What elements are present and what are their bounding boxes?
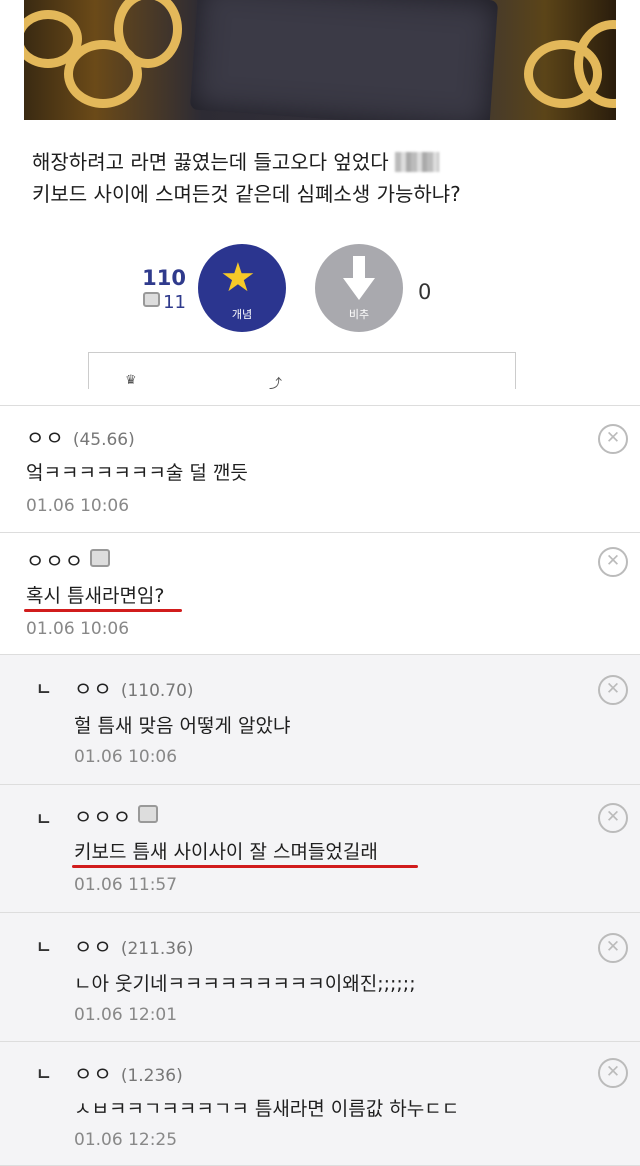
- close-circle-icon[interactable]: ✕: [598, 803, 628, 833]
- comment-date: 01.06 12:01: [74, 1005, 178, 1025]
- action-bar: ♛ 힐추 ⤴ 공유 ✸ 신고: [88, 352, 516, 389]
- comment-score: (1.236): [120, 1066, 183, 1086]
- comment-nick[interactable]: ㅇㅇ (211.36): [74, 931, 194, 960]
- reply-item: ㄴ ㅇㅇ (110.70) 헐 틈새 맞음 어떻게 알았냐 01.06 10:06…: [0, 655, 640, 785]
- comment-nick[interactable]: ㅇㅇ (45.66): [26, 422, 135, 451]
- comment-text: 키보드 틈새 사이사이 잘 스며들었길래: [74, 841, 378, 863]
- upvote-button[interactable]: ★ 개념: [198, 244, 286, 332]
- comment-count-row: 11: [140, 292, 186, 313]
- upvote-count: 110: [142, 266, 186, 290]
- comment-score: (211.36): [120, 939, 194, 959]
- reply-item: ㄴ ㅇㅇ (211.36) ㄴ아 웃기네ㅋㅋㅋㅋㅋㅋㅋㅋㅋ이왜진;;;;;; 01…: [0, 913, 640, 1042]
- title-line-2: 키보드 사이에 스며든것 같은데 심폐소생 가능하냐?: [32, 182, 461, 206]
- reply-arrow-icon: ㄴ: [36, 938, 52, 958]
- downvote-button[interactable]: 비추: [315, 244, 403, 332]
- share-action[interactable]: ⤴ 공유: [269, 373, 282, 389]
- close-circle-icon[interactable]: ✕: [598, 933, 628, 963]
- close-circle-icon[interactable]: ✕: [598, 1058, 628, 1088]
- comment-date: 01.06 10:06: [74, 747, 178, 767]
- comment-date: 01.06 11:57: [74, 875, 178, 895]
- reply-item: ㄴ ㅇㅇ (1.236) ㅅㅂㅋㅋㄱㅋㅋㅋㄱㅋ 틈새라면 이름값 하누ㄷㄷ 01.…: [0, 1042, 640, 1166]
- post-image: [24, 0, 616, 120]
- comment-text: ㅅㅂㅋㅋㄱㅋㅋㅋㄱㅋ 틈새라면 이름값 하누ㄷㄷ: [74, 1098, 460, 1120]
- reply-arrow-icon: ㄴ: [36, 680, 52, 700]
- comment-text: 헐 틈새 맞음 어떻게 알았냐: [74, 715, 291, 737]
- comment-text: 엌ㅋㅋㅋㅋㅋㅋㅋ술 덜 깬듯: [26, 462, 248, 484]
- comment-list: ㅇㅇ (45.66) 엌ㅋㅋㅋㅋㅋㅋㅋ술 덜 깬듯 01.06 10:06 ✕ ㅇ…: [0, 405, 640, 1166]
- downvote-count: 0: [418, 280, 432, 304]
- red-underline: [72, 865, 418, 868]
- red-underline: [24, 609, 182, 612]
- comment-text: 혹시 틈새라면임?: [26, 585, 165, 607]
- close-circle-icon[interactable]: ✕: [598, 424, 628, 454]
- reply-arrow-icon: ㄴ: [36, 1065, 52, 1085]
- member-badge-icon: [90, 549, 111, 567]
- star-icon: ★: [220, 255, 256, 301]
- comment-date: 01.06 12:25: [74, 1130, 178, 1150]
- comment-count: 11: [163, 292, 186, 313]
- post-title: 해장하려고 라면 끓였는데 들고오다 엎었다 키보드 사이에 스며든것 같은데 …: [32, 146, 612, 210]
- title-line-1: 해장하려고 라면 끓였는데 들고오다 엎었다: [32, 150, 389, 174]
- blurred-text: [395, 152, 439, 172]
- comment-nick[interactable]: ㅇㅇ (110.70): [74, 673, 194, 702]
- recommend-action[interactable]: ♛ 힐추: [125, 373, 137, 388]
- reply-arrow-icon: ㄴ: [36, 810, 52, 830]
- comment-nick[interactable]: ㅇㅇㅇ: [26, 545, 111, 574]
- reply-item: ㄴ ㅇㅇㅇ 키보드 틈새 사이사이 잘 스며들었길래 01.06 11:57 ✕: [0, 785, 640, 913]
- comment-icon: [143, 292, 161, 307]
- comment-score: (110.70): [120, 681, 194, 701]
- comment-date: 01.06 10:06: [26, 619, 130, 639]
- keyboard-image-part: [189, 0, 499, 120]
- comment-item: ㅇㅇ (45.66) 엌ㅋㅋㅋㅋㅋㅋㅋ술 덜 깬듯 01.06 10:06 ✕: [0, 406, 640, 533]
- noodle-decor: [114, 0, 182, 68]
- comment-text: ㄴ아 웃기네ㅋㅋㅋㅋㅋㅋㅋㅋㅋ이왜진;;;;;;: [74, 973, 416, 995]
- comment-item: ㅇㅇㅇ 혹시 틈새라면임? 01.06 10:06 ✕: [0, 533, 640, 655]
- comment-nick[interactable]: ㅇㅇㅇ: [74, 801, 159, 830]
- comment-nick[interactable]: ㅇㅇ (1.236): [74, 1058, 183, 1087]
- down-arrow-icon: [343, 256, 375, 300]
- close-circle-icon[interactable]: ✕: [598, 675, 628, 705]
- downvote-label: 비추: [348, 308, 370, 321]
- comment-date: 01.06 10:06: [26, 496, 130, 516]
- comment-score: (45.66): [72, 430, 135, 450]
- upvote-label: 개념: [231, 308, 253, 321]
- vote-stats: 110 11: [140, 266, 186, 313]
- close-circle-icon[interactable]: ✕: [598, 547, 628, 577]
- member-badge-icon: [138, 805, 159, 823]
